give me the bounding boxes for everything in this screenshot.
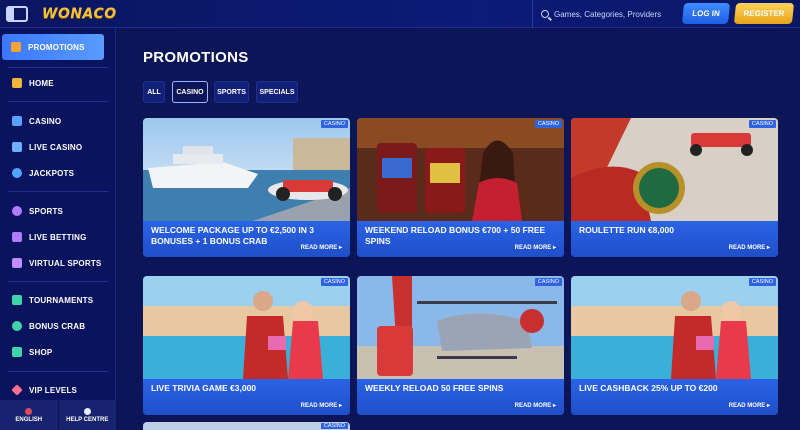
sidebar-item-live-casino[interactable]: LIVE CASINO — [0, 134, 116, 160]
search-input[interactable]: Games, Categories, Providers — [554, 10, 661, 19]
card-title: ROULETTE RUN €8,000 — [579, 225, 674, 235]
divider — [8, 281, 108, 282]
sports-icon — [12, 206, 22, 216]
read-more-label: READ MORE — [300, 403, 338, 409]
virtual-sports-icon — [12, 258, 22, 268]
read-more-link[interactable]: READ MORE ▸ — [515, 402, 556, 409]
sidebar-item-bonus-crab[interactable]: BONUS CRAB — [0, 313, 116, 339]
read-more-label: READ MORE — [300, 245, 338, 251]
page-title: PROMOTIONS — [143, 49, 249, 66]
category-badge: CASINO — [748, 120, 776, 128]
promo-card[interactable]: CASINO WEEKEND RELOAD BONUS €700 + 50 FR… — [357, 118, 564, 257]
promo-card[interactable]: CASINO WEEKLY RELOAD 50 FREE SPINS READ … — [357, 276, 564, 415]
category-badge: CASINO — [534, 278, 562, 286]
sidebar-item-live-betting[interactable]: LIVE BETTING — [0, 224, 116, 250]
read-more-link[interactable]: READ MORE ▸ — [301, 244, 342, 251]
divider — [8, 191, 108, 192]
read-more-label: READ MORE — [728, 245, 766, 251]
category-badge: CASINO — [320, 423, 348, 429]
sidebar-item-label: JACKPOTS — [29, 168, 75, 178]
live-casino-icon — [12, 142, 22, 152]
help-label: HELP CENTRE — [66, 416, 109, 423]
sidebar-item-sports[interactable]: SPORTS — [0, 198, 116, 224]
sidebar-item-virtual-sports[interactable]: VIRTUAL SPORTS — [0, 250, 116, 276]
category-badge: CASINO — [320, 278, 348, 286]
sidebar-item-label: HOME — [29, 78, 54, 88]
sidebar-item-label: PROMOTIONS — [28, 42, 85, 52]
card-title: WEEKLY RELOAD 50 FREE SPINS — [365, 383, 504, 393]
casino-icon — [12, 116, 22, 126]
promo-card[interactable]: CASINO LIVE CASHBACK 25% UP TO €200 READ… — [571, 276, 778, 415]
promo-image-couple-pool — [571, 276, 778, 379]
sidebar-toggle-icon[interactable] — [6, 5, 28, 22]
promo-image-yacht-racecar — [143, 118, 350, 221]
home-icon — [12, 78, 22, 88]
read-more-link[interactable]: READ MORE ▸ — [729, 402, 770, 409]
flag-icon — [25, 407, 33, 415]
register-button[interactable]: REGISTER — [733, 3, 795, 24]
promo-card-partial[interactable]: CASINO — [143, 422, 350, 430]
sidebar-item-label: LIVE BETTING — [29, 232, 87, 242]
crab-icon — [12, 321, 22, 331]
sidebar-item-label: VIP LEVELS — [29, 385, 78, 395]
promo-image-couple-pool — [143, 276, 350, 379]
sidebar-item-tournaments[interactable]: TOURNAMENTS — [0, 287, 116, 313]
filter-sports[interactable]: SPORTS — [214, 81, 249, 103]
logo[interactable]: WONACO — [42, 6, 117, 22]
sidebar-item-shop[interactable]: SHOP — [0, 339, 116, 365]
sidebar-item-label: SHOP — [29, 347, 53, 357]
read-more-link[interactable]: READ MORE ▸ — [729, 244, 770, 251]
promo-image-watch-racecar — [571, 118, 778, 221]
sidebar-item-label: LIVE CASINO — [29, 142, 83, 152]
language-selector[interactable]: ENGLISH — [0, 400, 58, 430]
shop-icon — [12, 347, 22, 357]
read-more-link[interactable]: READ MORE ▸ — [515, 244, 556, 251]
divider — [8, 371, 108, 372]
divider — [8, 101, 108, 102]
live-betting-icon — [12, 232, 22, 242]
promo-card[interactable]: CASINO ROULETTE RUN €8,000 READ MORE ▸ — [571, 118, 778, 257]
category-badge: CASINO — [534, 120, 562, 128]
read-more-label: READ MORE — [514, 403, 552, 409]
filter-specials[interactable]: SPECIALS — [256, 81, 298, 103]
sidebar-item-home[interactable]: HOME — [0, 70, 116, 96]
sidebar-item-jackpots[interactable]: JACKPOTS — [0, 160, 116, 186]
filter-casino[interactable]: CASINO — [172, 81, 208, 103]
promo-card[interactable]: CASINO LIVE TRIVIA GAME €3,000 READ MORE… — [143, 276, 350, 415]
search-box[interactable]: Games, Categories, Providers — [532, 0, 670, 28]
read-more-link[interactable]: READ MORE ▸ — [301, 402, 342, 409]
top-bar: WONACO Games, Categories, Providers LOG … — [0, 0, 800, 28]
trophy-icon — [12, 295, 22, 305]
search-icon — [541, 10, 549, 18]
sidebar-footer: ENGLISH HELP CENTRE — [0, 400, 116, 430]
promo-image-helicopter — [357, 276, 564, 379]
read-more-label: READ MORE — [728, 403, 766, 409]
gift-icon — [11, 42, 21, 52]
read-more-label: READ MORE — [514, 245, 552, 251]
category-badge: CASINO — [748, 278, 776, 286]
sidebar-item-label: SPORTS — [29, 206, 64, 216]
filter-all[interactable]: ALL — [143, 81, 165, 103]
login-button[interactable]: LOG IN — [681, 3, 731, 24]
card-title: LIVE TRIVIA GAME €3,000 — [151, 383, 257, 393]
sidebar-item-promotions[interactable]: PROMOTIONS — [2, 34, 104, 60]
diamond-icon — [11, 384, 23, 396]
language-label: ENGLISH — [15, 416, 43, 423]
sidebar-item-label: CASINO — [29, 116, 62, 126]
card-title: LIVE CASHBACK 25% UP TO €200 — [579, 383, 718, 393]
divider — [8, 67, 108, 68]
help-centre-button[interactable]: HELP CENTRE — [57, 400, 116, 430]
sidebar-item-label: TOURNAMENTS — [29, 295, 94, 305]
jackpot-icon — [12, 168, 22, 178]
promo-card[interactable]: CASINO WELCOME PACKAGE UP TO €2,500 IN 3… — [143, 118, 350, 257]
category-badge: CASINO — [320, 120, 348, 128]
sidebar-item-label: BONUS CRAB — [29, 321, 86, 331]
main-content: PROMOTIONS ALL CASINO SPORTS SPECIALS CA… — [117, 28, 800, 430]
help-icon — [83, 407, 91, 415]
promo-image-slot-machines — [357, 118, 564, 221]
sidebar: PROMOTIONS HOME CASINO LIVE CASINO JACKP… — [0, 28, 116, 430]
sidebar-item-label: VIRTUAL SPORTS — [29, 258, 102, 268]
sidebar-item-casino[interactable]: CASINO — [0, 108, 116, 134]
